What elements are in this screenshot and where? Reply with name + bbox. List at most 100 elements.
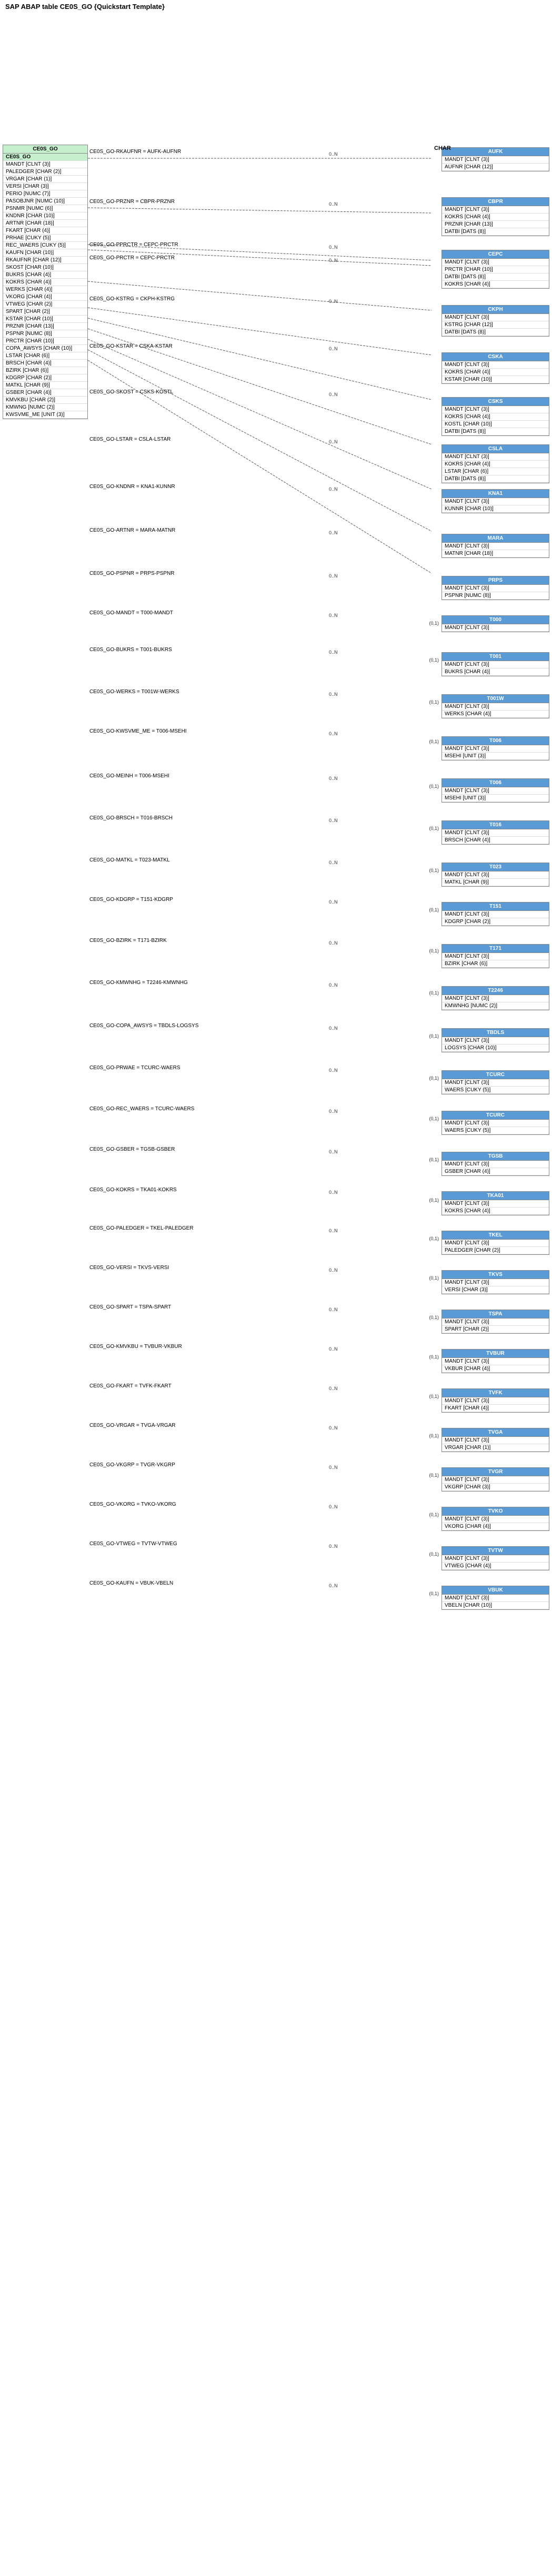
- rel-left-vbuk: 0..N: [329, 1583, 338, 1588]
- table-row: VTWEG [CHAR (4)]: [442, 1563, 549, 1570]
- rel-right-tcurc1: (0,1): [429, 1076, 439, 1081]
- sidebar-row: VTWEG [CHAR (2)]: [3, 301, 87, 308]
- table-header: T2246: [442, 987, 549, 995]
- table-row: MSEHI [UNIT (3)]: [442, 753, 549, 760]
- table-header: T001: [442, 653, 549, 661]
- rel-left-aufk: 0..N: [329, 151, 338, 157]
- rel-left-csks: 0..N: [329, 392, 338, 397]
- table-row: MANDT [CLNT (3)]: [442, 1555, 549, 1563]
- table-tspa: TSPA MANDT [CLNT (3)] SPART [CHAR (2)]: [441, 1310, 549, 1334]
- rel-right-t001w: (0,1): [429, 699, 439, 705]
- table-tvbur: TVBUR MANDT [CLNT (3)] VKBUR [CHAR (4)]: [441, 1349, 549, 1373]
- table-row: WAERS [CUKY (5)]: [442, 1127, 549, 1134]
- rel-left-tvgr: 0..N: [329, 1465, 338, 1470]
- table-row: KOKRS [CHAR (4)]: [442, 281, 549, 288]
- sidebar-row: KNDNR [CHAR (10)]: [3, 212, 87, 220]
- left-table-header: CE0S_GO: [3, 145, 87, 154]
- table-header: MARA: [442, 534, 549, 543]
- table-row: LOGSYS [CHAR (10)]: [442, 1044, 549, 1052]
- rel-left-t000: 0..N: [329, 613, 338, 618]
- sidebar-row: COPA_AWSYS [CHAR (10)]: [3, 345, 87, 352]
- table-cska: CSKA MANDT [CLNT (3)] KOKRS [CHAR (4)] K…: [441, 352, 549, 384]
- table-t000: T000 MANDT [CLNT (3)]: [441, 615, 549, 632]
- sidebar-row: RKAUFNR [CHAR (12)]: [3, 257, 87, 264]
- rel-left-csla: 0..N: [329, 439, 338, 444]
- table-row: DATBI [DATS (8)]: [442, 428, 549, 435]
- sidebar-row: PSNMR [NUMC (6)]: [3, 205, 87, 212]
- sidebar-row: LSTAR [CHAR (6)]: [3, 352, 87, 360]
- table-row: MANDT [CLNT (3)]: [442, 911, 549, 918]
- table-header: TVGA: [442, 1428, 549, 1437]
- table-header: T023: [442, 863, 549, 871]
- table-row: VKGRP [CHAR (3)]: [442, 1484, 549, 1491]
- rel-left-t2246: 0..N: [329, 982, 338, 988]
- table-row: MANDT [CLNT (3)]: [442, 1079, 549, 1087]
- sidebar-row: VKORG [CHAR (4)]: [3, 293, 87, 301]
- table-header: TCURC: [442, 1071, 549, 1079]
- char-label: CHAR: [434, 145, 451, 151]
- table-row: BRSCH [CHAR (4)]: [442, 837, 549, 844]
- left-table-box: CE0S_GO CE0S_GO MANDT [CLNT (3)] PALEDGE…: [3, 145, 88, 419]
- table-row: MSEHI [UNIT (3)]: [442, 795, 549, 802]
- sidebar-row: MATKL [CHAR (9)]: [3, 382, 87, 389]
- table-kna1: KNA1 MANDT [CLNT (3)] KUNNR [CHAR (10)]: [441, 489, 549, 513]
- rel-left-tvko: 0..N: [329, 1504, 338, 1509]
- table-row: MANDT [CLNT (3)]: [442, 1037, 549, 1044]
- table-t001: T001 MANDT [CLNT (3)] BUKRS [CHAR (4)]: [441, 652, 549, 676]
- rel-right-tgsb: (0,1): [429, 1157, 439, 1162]
- table-header: CBPR: [442, 198, 549, 206]
- table-row: MANDT [CLNT (3)]: [442, 206, 549, 214]
- conn-label-tvko: CE0S_GO-VKORG = TVKO-VKORG: [89, 1502, 176, 1507]
- rel-right-tvgr: (0,1): [429, 1473, 439, 1478]
- rel-left-tkel: 0..N: [329, 1228, 338, 1233]
- table-row: MANDT [CLNT (3)]: [442, 871, 549, 879]
- table-row: MANDT [CLNT (3)]: [442, 1319, 549, 1326]
- table-header: TKA01: [442, 1192, 549, 1200]
- table-tvga: TVGA MANDT [CLNT (3)] VRGAR [CHAR (1)]: [441, 1428, 549, 1452]
- table-aufk: AUFK MANDT [CLNT (3)] AUFNR [CHAR (12)]: [441, 147, 549, 171]
- table-header: CSKS: [442, 398, 549, 406]
- table-row: MANDT [CLNT (3)]: [442, 745, 549, 753]
- rel-right-tvfk: (0,1): [429, 1394, 439, 1399]
- sidebar-row: SKOST [CHAR (10)]: [3, 264, 87, 271]
- rel-right-t000: (0,1): [429, 621, 439, 626]
- rel-right-vbuk: (0,1): [429, 1591, 439, 1596]
- table-row: MANDT [CLNT (3)]: [442, 1279, 549, 1286]
- conn-label-tgsb: CE0S_GO-GSBER = TGSB-GSBER: [89, 1147, 175, 1152]
- table-header: TVGR: [442, 1468, 549, 1476]
- rel-left-kna1: 0..N: [329, 486, 338, 492]
- conn-label-cbpr: CE0S_GO-PRZNR = CBPR-PRZNR: [89, 199, 175, 205]
- table-row: KOKRS [CHAR (4)]: [442, 1208, 549, 1215]
- conn-label-t001w: CE0S_GO-WERKS = T001W-WERKS: [89, 689, 179, 695]
- conn-label-tkvs: CE0S_GO-VERSI = TKVS-VERSI: [89, 1265, 169, 1271]
- table-row: GSBER [CHAR (4)]: [442, 1168, 549, 1175]
- table-row: MANDT [CLNT (3)]: [442, 1595, 549, 1602]
- table-header: T001W: [442, 695, 549, 703]
- table-header: TKVS: [442, 1271, 549, 1279]
- table-vbuk: VBUK MANDT [CLNT (3)] VBELN [CHAR (10)]: [441, 1586, 549, 1610]
- table-header: TBDLS: [442, 1029, 549, 1037]
- conn-label-cepc: CE0S_GO-PPRCTR = CEPC-PRCTR: [89, 242, 178, 248]
- table-tkel: TKEL MANDT [CLNT (3)] PALEDGER [CHAR (2)…: [441, 1231, 549, 1255]
- table-row: MANDT [CLNT (3)]: [442, 829, 549, 837]
- rel-right-tvbur: (0,1): [429, 1354, 439, 1360]
- conn-label-mara: CE0S_GO-ARTNR = MARA-MATNR: [89, 528, 175, 533]
- table-row: MANDT [CLNT (3)]: [442, 1516, 549, 1523]
- table-header: TCURC: [442, 1111, 549, 1120]
- conn-label-t023: CE0S_GO-MATKL = T023-MATKL: [89, 857, 170, 863]
- rel-right-t023: (0,1): [429, 868, 439, 873]
- table-row: MANDT [CLNT (3)]: [442, 585, 549, 592]
- table-row: KSTRG [CHAR (12)]: [442, 321, 549, 329]
- rel-right-tbdls: (0,1): [429, 1033, 439, 1039]
- rel-right-tcurc2: (0,1): [429, 1116, 439, 1121]
- rel-left-cepc: 0..N: [329, 245, 338, 250]
- table-header: TVTW: [442, 1547, 549, 1555]
- table-row: MANDT [CLNT (3)]: [442, 1358, 549, 1365]
- table-cepc: CEPC MANDT [CLNT (3)] PRCTR [CHAR (10)] …: [441, 250, 549, 289]
- table-row: MANDT [CLNT (3)]: [442, 1120, 549, 1127]
- conn-label-tspa: CE0S_GO-SPART = TSPA-SPART: [89, 1304, 171, 1310]
- conn-label-tcurc1: CE0S_GO-PRWAE = TCURC-WAERS: [89, 1065, 180, 1071]
- table-row: MANDT [CLNT (3)]: [442, 787, 549, 795]
- conn-label-t2246: CE0S_GO-KMWNHG = T2246-KMWNHG: [89, 980, 188, 986]
- table-header: KNA1: [442, 490, 549, 498]
